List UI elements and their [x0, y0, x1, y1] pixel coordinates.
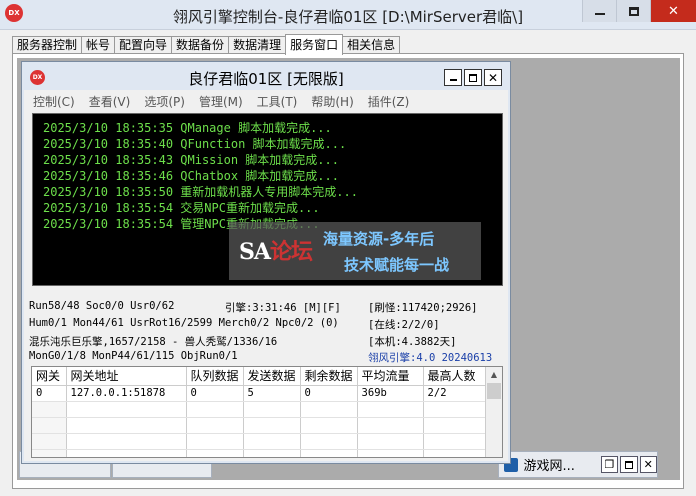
maximize-icon: [628, 6, 639, 16]
maximize-icon: [469, 73, 477, 82]
cell-avg-traffic: 369b: [357, 385, 424, 402]
log-line: 2025/3/10 18:35:35 QManage 脚本加载完成...: [43, 121, 332, 135]
tab-related-info[interactable]: 相关信息: [342, 36, 401, 54]
log-line: 2025/3/10 18:35:54 交易NPC重新加载完成...: [43, 201, 320, 215]
server-window-title: 良仔君临01区 [无限版]: [188, 70, 344, 88]
server-window: DX 良仔君临01区 [无限版] ✕ 控制(C) 查看(V) 选项(P) 管理(…: [21, 61, 511, 464]
col-max-users[interactable]: 最高人数: [423, 367, 490, 386]
table-header-row: 网关 网关地址 队列数据 发送数据 剩余数据 平均流量 最高人数: [32, 367, 490, 386]
table-row-empty: [32, 417, 490, 434]
tab-config-wizard[interactable]: 配置向导: [114, 36, 173, 54]
log-line: 2025/3/10 18:35:46 QChatbox 脚本加载完成...: [43, 169, 339, 183]
tab-data-cleanup[interactable]: 数据清理: [228, 36, 287, 54]
restore-button[interactable]: ❐: [600, 456, 619, 473]
maximize-button[interactable]: [616, 0, 650, 22]
cell-sent: 5: [243, 385, 301, 402]
scroll-up-icon[interactable]: ▲: [486, 367, 502, 382]
menu-view[interactable]: 查看(V): [80, 91, 136, 110]
gate-grid: 网关 网关地址 队列数据 发送数据 剩余数据 平均流量 最高人数 0 127.0…: [32, 367, 490, 457]
table-row-empty: [32, 433, 490, 450]
col-gate[interactable]: 网关: [32, 367, 67, 386]
log-line: 2025/3/10 18:35:40 QFunction 脚本加载完成...: [43, 137, 347, 151]
stat-monster: 混乐沌乐巨乐擎,1657/2158 - 兽人秃鹫/1336/16: [29, 336, 278, 348]
tab-account[interactable]: 帐号: [81, 36, 116, 54]
window-controls: ✕: [582, 0, 696, 22]
stat-online: [在线:2/2/0]: [368, 319, 440, 331]
server-window-titlebar: DX 良仔君临01区 [无限版] ✕: [24, 64, 508, 90]
col-remaining[interactable]: 剩余数据: [300, 367, 358, 386]
tab-server-control[interactable]: 服务器控制: [12, 36, 83, 54]
col-queue[interactable]: 队列数据: [186, 367, 244, 386]
watermark-overlay: SA论坛 海量资源-多年后 技术赋能每一战: [229, 222, 481, 280]
tab-strip: 服务器控制 帐号 配置向导 数据备份 数据清理 服务窗口 相关信息: [12, 34, 401, 55]
menu-control[interactable]: 控制(C): [24, 91, 80, 110]
watermark-text-1: 海量资源-多年后: [323, 230, 435, 248]
col-sent[interactable]: 发送数据: [243, 367, 301, 386]
table-row-empty: [32, 401, 490, 418]
stat-spawn: [刷怪:117420;2926]: [368, 302, 478, 314]
close-icon: ✕: [668, 3, 679, 19]
minimize-button[interactable]: [444, 69, 462, 86]
log-console[interactable]: 2025/3/10 18:35:35 QManage 脚本加载完成... 202…: [32, 113, 503, 286]
menu-plugins[interactable]: 插件(Z): [359, 91, 415, 110]
minimized-window-title: 游戏网...: [523, 459, 575, 474]
minimize-icon: [594, 13, 605, 15]
minimized-window-game-gate[interactable]: 游戏网... ❐ ✕: [498, 451, 658, 478]
gate-table[interactable]: 网关 网关地址 队列数据 发送数据 剩余数据 平均流量 最高人数 0 127.0…: [31, 366, 503, 458]
menu-manage[interactable]: 管理(M): [190, 91, 248, 110]
maximize-button[interactable]: [620, 456, 638, 473]
cell-queue: 0: [186, 385, 244, 402]
menu-options[interactable]: 选项(P): [135, 91, 190, 110]
menu-bar: 控制(C) 查看(V) 选项(P) 管理(M) 工具(T) 帮助(H) 插件(Z…: [24, 91, 508, 110]
close-button[interactable]: ✕: [639, 456, 657, 473]
cell-gate: 0: [32, 385, 67, 402]
stat-run: Run58/48 Soc0/0 Usr0/62: [29, 300, 175, 312]
col-gate-address[interactable]: 网关地址: [66, 367, 187, 386]
minimize-icon: [449, 79, 457, 81]
scroll-thumb[interactable]: [487, 383, 501, 399]
table-scrollbar[interactable]: ▲: [485, 367, 502, 457]
stat-engine-uptime: 引擎:3:31:46 [M][F]: [225, 302, 341, 314]
window-titlebar: DX 翎风引擎控制台-良仔君临01区 [D:\MirServer君临\] ✕: [0, 0, 696, 30]
maximize-button[interactable]: [464, 69, 482, 86]
col-avg-traffic[interactable]: 平均流量: [357, 367, 424, 386]
cell-remaining: 0: [300, 385, 358, 402]
cell-max-users: 2/2: [423, 385, 490, 402]
log-line: 2025/3/10 18:35:50 重新加载机器人专用脚本完成...: [43, 185, 358, 199]
tab-data-backup[interactable]: 数据备份: [171, 36, 230, 54]
close-button[interactable]: ✕: [484, 69, 502, 86]
watermark-logo: SA论坛: [239, 239, 313, 265]
cell-address: 127.0.0.1:51878: [66, 385, 187, 402]
table-row-empty: [32, 449, 490, 457]
minimize-button[interactable]: [582, 0, 616, 22]
maximize-icon: [624, 460, 633, 469]
stat-humans: Hum0/1 Mon44/61 UsrRot16/2599 Merch0/2 N…: [29, 317, 339, 329]
menu-tools[interactable]: 工具(T): [248, 91, 303, 110]
engine-version: 翎风引擎:4.0 20240613: [368, 352, 493, 364]
menu-help[interactable]: 帮助(H): [302, 91, 358, 110]
close-icon: ✕: [487, 70, 499, 85]
close-button[interactable]: ✕: [650, 0, 696, 22]
restore-icon: ❐: [604, 458, 615, 471]
stat-mon-groups: MonG0/1/8 MonP44/61/115 ObjRun0/1: [29, 350, 238, 362]
stat-local: [本机:4.3882天]: [368, 336, 457, 348]
close-icon: ✕: [643, 458, 653, 471]
tab-service-window[interactable]: 服务窗口: [285, 34, 344, 55]
table-row[interactable]: 0 127.0.0.1:51878 0 5 0 369b 2/2: [32, 385, 490, 402]
watermark-text-2: 技术赋能每一战: [344, 256, 450, 274]
server-window-controls: ✕: [442, 69, 502, 86]
log-line: 2025/3/10 18:35:43 QMission 脚本加载完成...: [43, 153, 339, 167]
